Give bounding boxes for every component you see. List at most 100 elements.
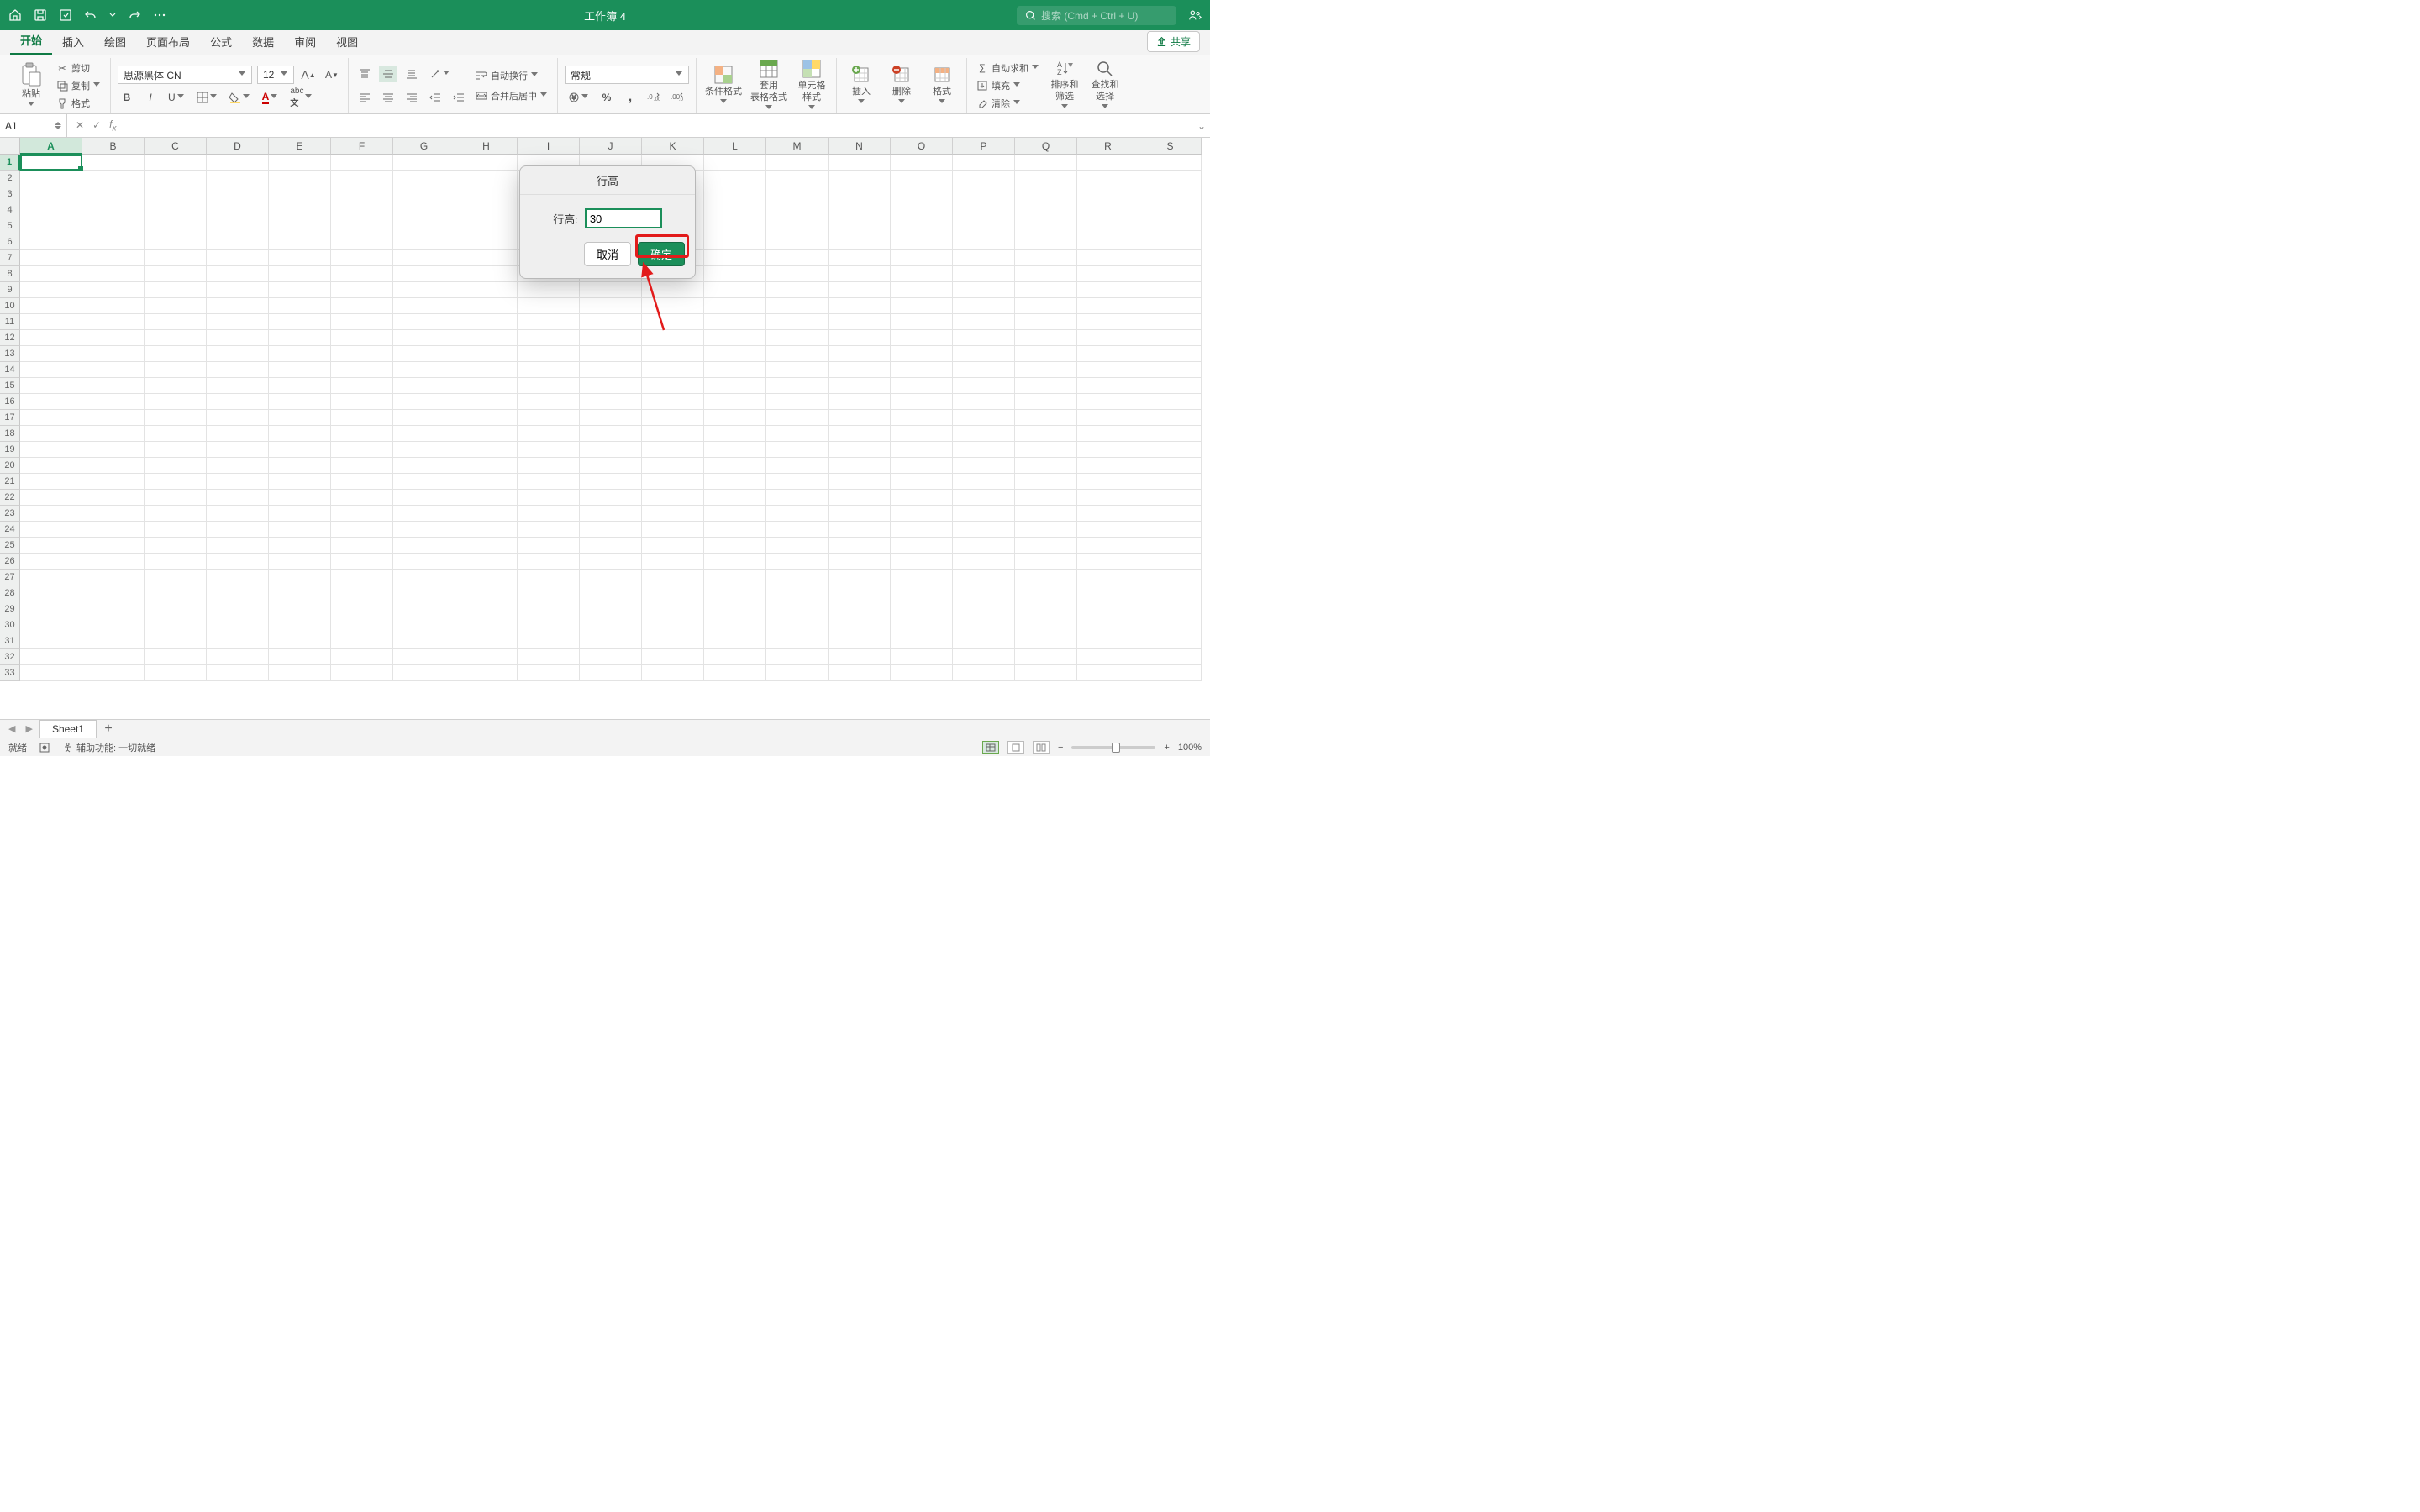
- cell[interactable]: [953, 314, 1015, 330]
- column-header[interactable]: S: [1139, 138, 1202, 155]
- cell[interactable]: [1015, 506, 1077, 522]
- find-select-button[interactable]: 查找和 选择: [1087, 60, 1123, 111]
- cell[interactable]: [1139, 186, 1202, 202]
- cell[interactable]: [455, 506, 518, 522]
- cell[interactable]: [331, 298, 393, 314]
- cell[interactable]: [1077, 585, 1139, 601]
- cell[interactable]: [269, 155, 331, 171]
- cell[interactable]: [953, 585, 1015, 601]
- column-header[interactable]: P: [953, 138, 1015, 155]
- cell[interactable]: [207, 234, 269, 250]
- cell[interactable]: [766, 442, 829, 458]
- column-header[interactable]: G: [393, 138, 455, 155]
- cell[interactable]: [891, 234, 953, 250]
- cell[interactable]: [269, 282, 331, 298]
- cell[interactable]: [891, 186, 953, 202]
- cell[interactable]: [145, 314, 207, 330]
- cell[interactable]: [891, 266, 953, 282]
- cell[interactable]: [766, 330, 829, 346]
- cell[interactable]: [1139, 426, 1202, 442]
- cell[interactable]: [580, 522, 642, 538]
- cell[interactable]: [393, 458, 455, 474]
- cell[interactable]: [1077, 314, 1139, 330]
- cell[interactable]: [518, 601, 580, 617]
- cell[interactable]: [580, 426, 642, 442]
- cell[interactable]: [20, 234, 82, 250]
- row-header[interactable]: 2: [0, 171, 20, 186]
- cell[interactable]: [580, 538, 642, 554]
- cell[interactable]: [642, 506, 704, 522]
- cell[interactable]: [455, 378, 518, 394]
- row-header[interactable]: 3: [0, 186, 20, 202]
- font-size-select[interactable]: 12: [257, 66, 294, 84]
- cell[interactable]: [455, 474, 518, 490]
- cell[interactable]: [953, 410, 1015, 426]
- cell[interactable]: [580, 585, 642, 601]
- zoom-in-button[interactable]: +: [1164, 743, 1169, 753]
- cell[interactable]: [704, 506, 766, 522]
- row-header[interactable]: 10: [0, 298, 20, 314]
- cell[interactable]: [642, 330, 704, 346]
- cell[interactable]: [145, 330, 207, 346]
- column-header[interactable]: A: [20, 138, 82, 155]
- cell[interactable]: [766, 665, 829, 681]
- cell[interactable]: [518, 298, 580, 314]
- cell[interactable]: [145, 570, 207, 585]
- cell[interactable]: [455, 490, 518, 506]
- cell[interactable]: [145, 665, 207, 681]
- cell[interactable]: [20, 378, 82, 394]
- tab-page-layout[interactable]: 页面布局: [136, 29, 200, 55]
- clear-button[interactable]: 清除: [974, 96, 1042, 111]
- cell[interactable]: [20, 202, 82, 218]
- cell[interactable]: [704, 346, 766, 362]
- cell[interactable]: [393, 362, 455, 378]
- cell[interactable]: [82, 218, 145, 234]
- cell[interactable]: [207, 282, 269, 298]
- cell[interactable]: [20, 649, 82, 665]
- cell[interactable]: [766, 186, 829, 202]
- cell[interactable]: [269, 522, 331, 538]
- column-header[interactable]: F: [331, 138, 393, 155]
- cell[interactable]: [829, 282, 891, 298]
- cell[interactable]: [1139, 506, 1202, 522]
- cell[interactable]: [269, 442, 331, 458]
- cell[interactable]: [331, 665, 393, 681]
- cell[interactable]: [766, 506, 829, 522]
- cell[interactable]: [766, 474, 829, 490]
- save-icon[interactable]: [34, 8, 47, 22]
- cell[interactable]: [393, 538, 455, 554]
- cell[interactable]: [1077, 410, 1139, 426]
- cell[interactable]: [20, 570, 82, 585]
- cell[interactable]: [704, 490, 766, 506]
- cell[interactable]: [145, 298, 207, 314]
- cell[interactable]: [829, 234, 891, 250]
- italic-button[interactable]: I: [141, 89, 160, 106]
- delete-cells-button[interactable]: 删除: [884, 65, 919, 107]
- cell[interactable]: [455, 186, 518, 202]
- cell[interactable]: [393, 426, 455, 442]
- font-color-button[interactable]: A: [259, 89, 282, 106]
- cell[interactable]: [891, 442, 953, 458]
- cell[interactable]: [1139, 346, 1202, 362]
- cell[interactable]: [1077, 282, 1139, 298]
- row-header[interactable]: 25: [0, 538, 20, 554]
- row-height-input[interactable]: [585, 208, 662, 228]
- cell[interactable]: [829, 410, 891, 426]
- cell[interactable]: [642, 554, 704, 570]
- cell[interactable]: [891, 458, 953, 474]
- cell[interactable]: [393, 649, 455, 665]
- cell[interactable]: [20, 282, 82, 298]
- cell[interactable]: [207, 538, 269, 554]
- cell[interactable]: [20, 633, 82, 649]
- cell[interactable]: [82, 186, 145, 202]
- cell[interactable]: [145, 155, 207, 171]
- cell[interactable]: [1077, 298, 1139, 314]
- cell[interactable]: [393, 617, 455, 633]
- cell[interactable]: [642, 585, 704, 601]
- cell[interactable]: [829, 250, 891, 266]
- cell[interactable]: [1139, 665, 1202, 681]
- cell[interactable]: [207, 633, 269, 649]
- cell[interactable]: [331, 394, 393, 410]
- cell[interactable]: [20, 330, 82, 346]
- row-header[interactable]: 8: [0, 266, 20, 282]
